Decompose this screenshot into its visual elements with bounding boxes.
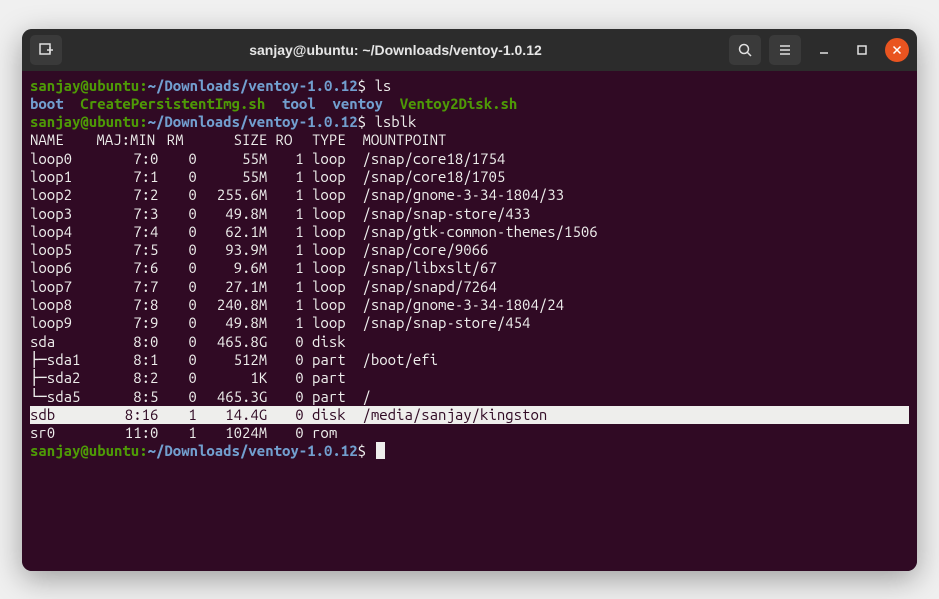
lsblk-row: ├─sda1 8:1 0 512M 0 part /boot/efi xyxy=(30,351,909,369)
lsblk-row: sda 8:0 0 465.8G 0 disk xyxy=(30,333,909,351)
lsblk-row: loop4 7:4 0 62.1M 1 loop /snap/gtk-commo… xyxy=(30,223,909,241)
command-lsblk: lsblk xyxy=(374,113,416,130)
terminal-body[interactable]: sanjay@ubuntu:~/Downloads/ventoy-1.0.12$… xyxy=(22,71,917,571)
command-ls: ls xyxy=(374,77,391,94)
ls-item: tool xyxy=(282,95,316,112)
lsblk-row: loop5 7:5 0 93.9M 1 loop /snap/core/9066 xyxy=(30,241,909,259)
lsblk-row: ├─sda2 8:2 0 1K 0 part xyxy=(30,369,909,387)
prompt-line-2: sanjay@ubuntu:~/Downloads/ventoy-1.0.12$… xyxy=(30,113,909,131)
lsblk-row: loop9 7:9 0 49.8M 1 loop /snap/snap-stor… xyxy=(30,314,909,332)
menu-button[interactable] xyxy=(769,35,801,65)
cursor xyxy=(376,442,385,459)
lsblk-row: sr0 11:0 1 1024M 0 rom xyxy=(30,424,909,442)
lsblk-row: loop7 7:7 0 27.1M 1 loop /snap/snapd/726… xyxy=(30,278,909,296)
lsblk-row: loop6 7:6 0 9.6M 1 loop /snap/libxslt/67 xyxy=(30,259,909,277)
search-button[interactable] xyxy=(729,35,761,65)
lsblk-header: NAME MAJ:MIN RM SIZE RO TYPE MOUNTPOINT xyxy=(30,131,909,149)
close-button[interactable] xyxy=(885,38,909,62)
lsblk-row: loop8 7:8 0 240.8M 1 loop /snap/gnome-3-… xyxy=(30,296,909,314)
new-tab-button[interactable] xyxy=(30,35,62,65)
ls-output: boot CreatePersistentImg.sh tool ventoy … xyxy=(30,95,909,113)
ls-item: CreatePersistentImg.sh xyxy=(80,95,265,112)
ls-item: ventoy xyxy=(332,95,382,112)
prompt-line-3: sanjay@ubuntu:~/Downloads/ventoy-1.0.12$ xyxy=(30,442,909,460)
lsblk-row: └─sda5 8:5 0 465.3G 0 part / xyxy=(30,388,909,406)
ls-item: Ventoy2Disk.sh xyxy=(400,95,518,112)
maximize-button[interactable] xyxy=(847,35,877,65)
terminal-window: sanjay@ubuntu: ~/Downloads/ventoy-1.0.12… xyxy=(22,29,917,571)
ls-item: boot xyxy=(30,95,64,112)
prompt-line-1: sanjay@ubuntu:~/Downloads/ventoy-1.0.12$… xyxy=(30,77,909,95)
lsblk-row: loop2 7:2 0 255.6M 1 loop /snap/gnome-3-… xyxy=(30,186,909,204)
lsblk-row-highlighted: sdb 8:16 1 14.4G 0 disk /media/sanjay/ki… xyxy=(30,406,909,424)
lsblk-row: loop0 7:0 0 55M 1 loop /snap/core18/1754 xyxy=(30,150,909,168)
lsblk-row: loop1 7:1 0 55M 1 loop /snap/core18/1705 xyxy=(30,168,909,186)
prompt-path: ~/Downloads/ventoy-1.0.12 xyxy=(148,77,358,94)
lsblk-row: loop3 7:3 0 49.8M 1 loop /snap/snap-stor… xyxy=(30,205,909,223)
title-bar: sanjay@ubuntu: ~/Downloads/ventoy-1.0.12 xyxy=(22,29,917,71)
window-title: sanjay@ubuntu: ~/Downloads/ventoy-1.0.12 xyxy=(70,42,721,58)
prompt-user: sanjay@ubuntu xyxy=(30,77,139,94)
minimize-button[interactable] xyxy=(809,35,839,65)
